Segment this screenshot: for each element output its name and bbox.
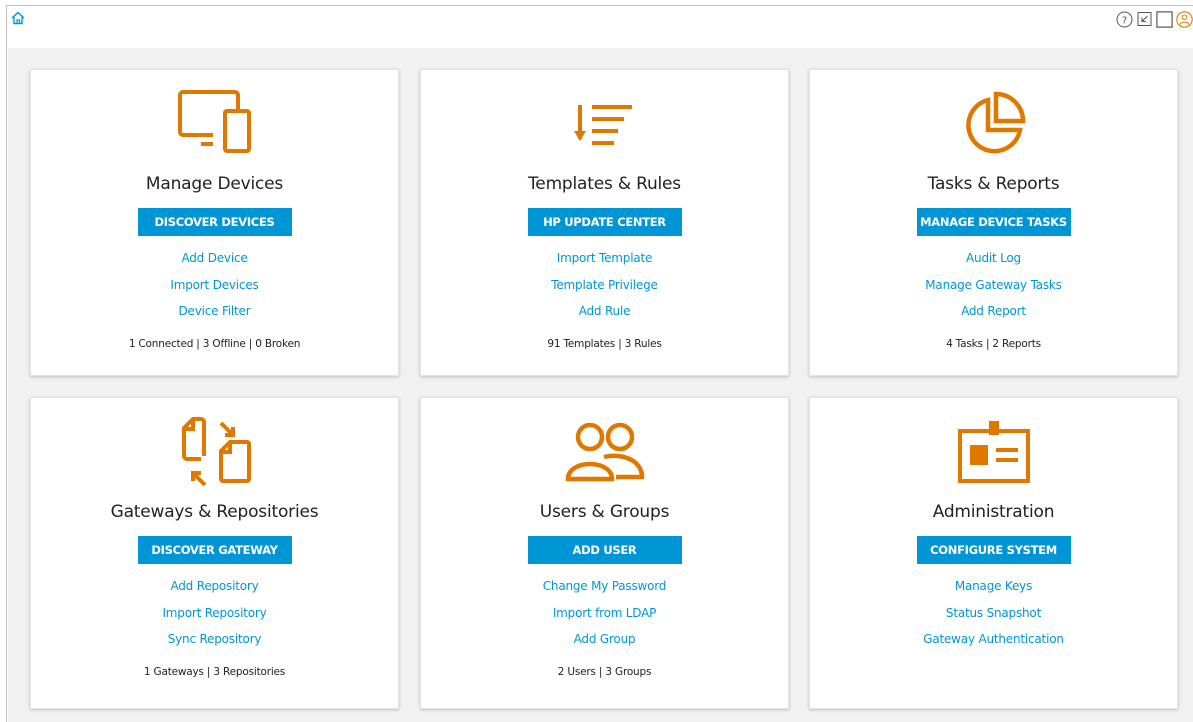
card-stats: 2 Users | 3 Groups [557,666,652,678]
card-title: Manage Devices [145,174,284,194]
card-tasks-reports: Tasks & Reports MANAGE DEVICE TASKS Audi… [809,69,1178,376]
sync-repository-link[interactable]: Sync Repository [31,631,398,658]
card-stats: 1 Gateways | 3 Repositories [143,666,286,678]
import-from-ldap-link[interactable]: Import from LDAP [421,605,788,632]
minimize-icon[interactable] [1136,11,1153,28]
card-links: Change My Password Import from LDAP Add … [421,578,788,658]
configure-system-button[interactable]: CONFIGURE SYSTEM [916,536,1071,564]
card-manage-devices: Manage Devices DISCOVER DEVICES Add Devi… [30,69,399,376]
card-title: Tasks & Reports [927,174,1060,194]
card-stats: 91 Templates | 3 Rules [547,338,662,350]
add-report-link[interactable]: Add Report [810,303,1177,330]
status-snapshot-link[interactable]: Status Snapshot [810,605,1177,632]
add-user-button[interactable]: ADD USER [527,536,682,564]
id-badge-icon [810,412,1177,492]
card-administration: Administration CONFIGURE SYSTEM Manage K… [809,397,1178,709]
device-filter-link[interactable]: Device Filter [31,303,398,330]
add-device-link[interactable]: Add Device [31,250,398,277]
discover-devices-button[interactable]: DISCOVER DEVICES [137,208,292,236]
card-title: Templates & Rules [528,174,681,194]
import-devices-link[interactable]: Import Devices [31,277,398,304]
card-stats: 1 Connected | 3 Offline | 0 Broken [128,338,301,350]
manage-keys-link[interactable]: Manage Keys [810,578,1177,605]
card-title: Users & Groups [539,502,670,522]
home-icon[interactable] [10,10,26,26]
users-icon [421,412,788,492]
user-icon[interactable] [1176,10,1193,28]
gateway-authentication-link[interactable]: Gateway Authentication [810,631,1177,658]
card-templates-rules: Templates & Rules HP UPDATE CENTER Impor… [420,69,789,376]
add-rule-link[interactable]: Add Rule [421,303,788,330]
dashboard: Manage Devices DISCOVER DEVICES Add Devi… [8,48,1193,722]
pie-chart-icon [810,84,1177,164]
hp-update-center-button[interactable]: HP UPDATE CENTER [527,208,682,236]
card-links: Audit Log Manage Gateway Tasks Add Repor… [810,250,1177,330]
manage-device-tasks-button[interactable]: MANAGE DEVICE TASKS [916,208,1071,236]
add-repository-link[interactable]: Add Repository [31,578,398,605]
card-links: Import Template Template Privilege Add R… [421,250,788,330]
card-users-groups: Users & Groups ADD USER Change My Passwo… [420,397,789,709]
sort-list-icon [421,84,788,164]
window-controls: ? [1116,10,1193,28]
import-template-link[interactable]: Import Template [421,250,788,277]
card-title: Gateways & Repositories [110,502,319,522]
manage-gateway-tasks-link[interactable]: Manage Gateway Tasks [810,277,1177,304]
audit-log-link[interactable]: Audit Log [810,250,1177,277]
template-privilege-link[interactable]: Template Privilege [421,277,788,304]
card-title: Administration [932,502,1055,522]
card-stats: 4 Tasks | 2 Reports [946,338,1041,350]
import-repository-link[interactable]: Import Repository [31,605,398,632]
svg-text:?: ? [1122,15,1127,26]
window-icon[interactable] [1156,10,1173,28]
discover-gateway-button[interactable]: DISCOVER GATEWAY [137,536,292,564]
card-gateways-repositories: Gateways & Repositories DISCOVER GATEWAY… [30,397,399,709]
help-icon[interactable]: ? [1116,11,1133,28]
add-group-link[interactable]: Add Group [421,631,788,658]
card-links: Add Device Import Devices Device Filter [31,250,398,330]
devices-icon [31,84,398,164]
change-my-password-link[interactable]: Change My Password [421,578,788,605]
sync-files-icon [31,412,398,492]
top-bar: ? [7,6,1193,38]
card-links: Manage Keys Status Snapshot Gateway Auth… [810,578,1177,658]
app-window: ? Manage Devices DISCOVER DEVICES Add De… [6,5,1193,722]
card-links: Add Repository Import Repository Sync Re… [31,578,398,658]
